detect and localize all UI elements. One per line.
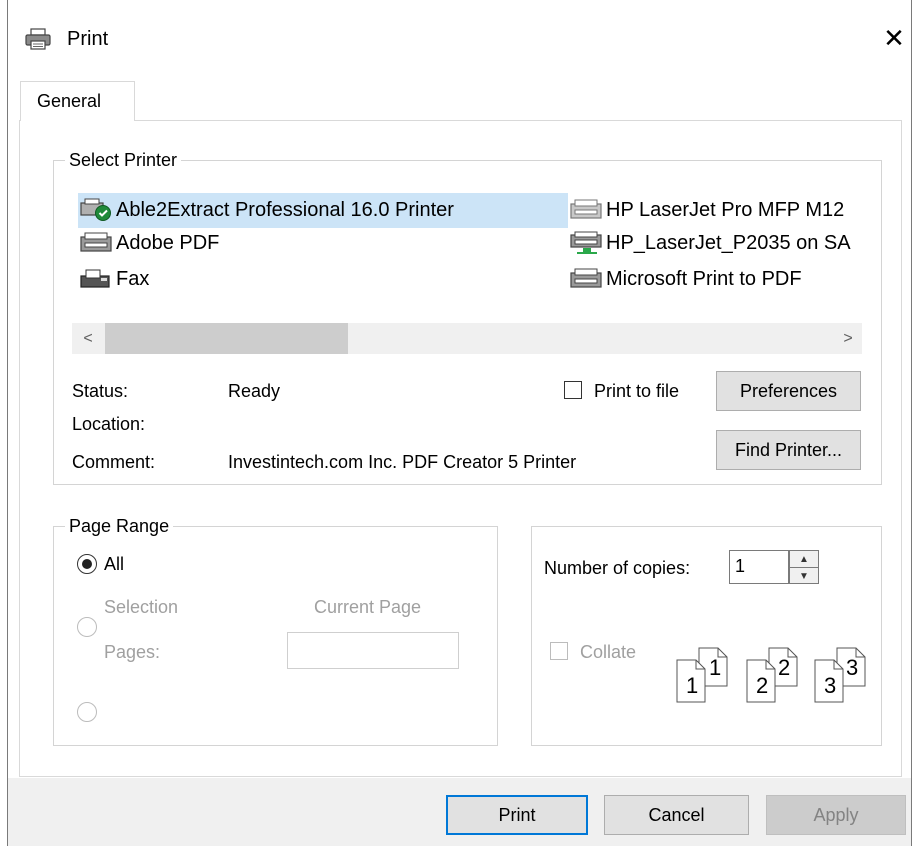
default-printer-icon xyxy=(80,198,111,221)
printer-icon xyxy=(25,28,51,50)
print-to-file-checkbox[interactable] xyxy=(564,381,582,399)
copies-input-value: 1 xyxy=(735,556,746,576)
scroll-left-icon[interactable]: < xyxy=(74,323,102,354)
cancel-button[interactable]: Cancel xyxy=(604,795,749,835)
printer-icon xyxy=(570,268,602,288)
printer-name: Able2Extract Professional 16.0 Printer xyxy=(116,198,454,221)
status-value: Ready xyxy=(228,381,281,401)
printer-item-able2extract[interactable]: Able2Extract Professional 16.0 Printer xyxy=(80,196,566,224)
collate-illustration: 1 1 2 2 3 3 xyxy=(676,647,866,707)
collate-label[interactable]: Collate xyxy=(580,641,636,663)
printer-icon xyxy=(570,199,602,219)
close-icon[interactable]: ✕ xyxy=(880,24,908,52)
location-label: Location: xyxy=(72,414,146,434)
page-number: 2 xyxy=(756,673,769,698)
print-button[interactable]: Print xyxy=(446,795,588,835)
dialog-title: Print xyxy=(67,28,109,50)
radio-pages[interactable] xyxy=(77,702,97,722)
comment-label: Comment: xyxy=(72,452,156,472)
printer-icon xyxy=(80,232,112,252)
tab-general-label: General xyxy=(37,91,102,111)
page-number: 2 xyxy=(778,655,791,680)
copies-input[interactable]: 1 xyxy=(729,550,789,584)
copies-stepper[interactable]: ▲ ▼ xyxy=(789,550,819,584)
tab-general[interactable]: General xyxy=(20,81,135,121)
stepper-down-icon[interactable]: ▼ xyxy=(790,567,818,584)
printer-name: Microsoft Print to PDF xyxy=(606,267,802,290)
radio-all-label[interactable]: All xyxy=(104,553,124,575)
printer-name: HP_LaserJet_P2035 on SA xyxy=(606,231,851,254)
stepper-up-icon[interactable]: ▲ xyxy=(790,551,818,567)
network-printer-icon xyxy=(570,231,602,254)
radio-pages-label[interactable]: Pages: xyxy=(104,641,160,663)
collate-checkbox[interactable] xyxy=(550,642,568,660)
comment-value: Investintech.com Inc. PDF Creator 5 Prin… xyxy=(228,452,577,472)
radio-selection[interactable] xyxy=(77,617,97,637)
apply-button[interactable]: Apply xyxy=(766,795,906,835)
scrollbar-thumb[interactable] xyxy=(105,323,348,354)
printer-name: HP LaserJet Pro MFP M12 xyxy=(606,198,845,221)
page-number: 1 xyxy=(709,655,722,680)
printer-name: Fax xyxy=(116,267,150,290)
status-label: Status: xyxy=(72,381,129,401)
printer-item-microsoft-print-to-pdf[interactable]: Microsoft Print to PDF xyxy=(570,265,866,293)
printer-item-hp-laserjet-pro[interactable]: HP LaserJet Pro MFP M12 xyxy=(570,196,866,224)
radio-all[interactable] xyxy=(77,554,97,574)
preferences-button[interactable]: Preferences xyxy=(716,371,861,411)
page-range-legend: Page Range xyxy=(65,515,174,537)
page-number: 3 xyxy=(824,673,837,698)
printer-name: Adobe PDF xyxy=(116,231,220,254)
pages-input[interactable] xyxy=(287,632,459,669)
printer-item-fax[interactable]: Fax xyxy=(80,265,566,293)
page-number: 1 xyxy=(686,673,699,698)
select-printer-legend: Select Printer xyxy=(65,149,182,171)
find-printer-button[interactable]: Find Printer... xyxy=(716,430,861,470)
page-number: 3 xyxy=(846,655,859,680)
number-of-copies-label: Number of copies: xyxy=(544,558,691,578)
printer-item-hp-laserjet-p2035[interactable]: HP_LaserJet_P2035 on SA xyxy=(570,229,866,257)
scroll-right-icon[interactable]: > xyxy=(834,323,862,354)
fax-icon xyxy=(80,269,110,288)
printer-item-adobe-pdf[interactable]: Adobe PDF xyxy=(80,229,566,257)
print-to-file-label[interactable]: Print to file xyxy=(594,380,679,402)
radio-current-page-label[interactable]: Current Page xyxy=(314,596,421,618)
radio-selection-label[interactable]: Selection xyxy=(104,596,178,618)
